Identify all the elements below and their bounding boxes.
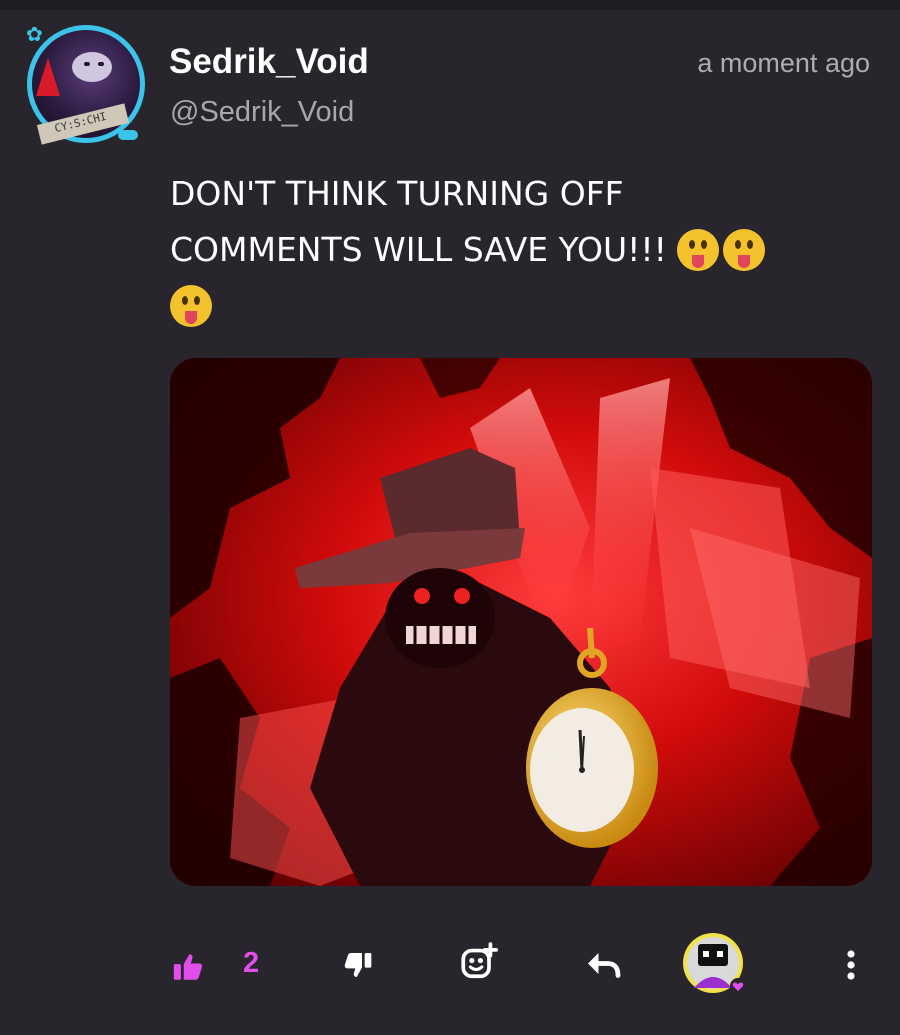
avatar-frame-badge [118,130,138,140]
tongue-emoji-icon [723,229,766,271]
more-options-icon[interactable] [836,945,866,985]
post-text-line [170,278,850,334]
tongue-emoji-icon [170,285,212,327]
post-text-line: COMMENTS WILL SAVE YOU!!! [170,222,850,278]
avatar-eye-shape [98,62,104,66]
post-timestamp: a moment ago [697,48,870,78]
post-action-bar: 2 [0,925,900,1005]
avatar-hat-shape [36,58,60,96]
tongue-emoji-icon [677,229,720,271]
author-handle[interactable]: @Sedrik_Void [170,96,354,129]
avatar-eye-shape [84,62,90,66]
post-image[interactable] [170,358,872,886]
reactor-avatar[interactable] [680,930,746,996]
post-text-line: DON'T THINK TURNING OFF [170,174,624,213]
reply-icon[interactable] [584,947,622,983]
top-bar [0,0,900,10]
author-display-name[interactable]: Sedrik_Void [169,42,369,82]
post-text-segment: COMMENTS WILL SAVE YOU!!! [170,230,667,269]
like-count[interactable]: 2 [243,947,259,980]
avatar-face-shape [72,52,112,82]
thumbs-up-icon[interactable] [170,949,206,985]
post-body: DON'T THINK TURNING OFF COMMENTS WILL SA… [170,166,850,334]
thumbs-down-icon[interactable] [340,947,376,983]
add-reaction-icon[interactable] [458,941,500,983]
author-avatar[interactable]: CY:S:CHI ✿ [24,22,146,145]
post-image-artwork [170,358,872,886]
avatar-frame-flower-icon: ✿ [26,24,43,46]
